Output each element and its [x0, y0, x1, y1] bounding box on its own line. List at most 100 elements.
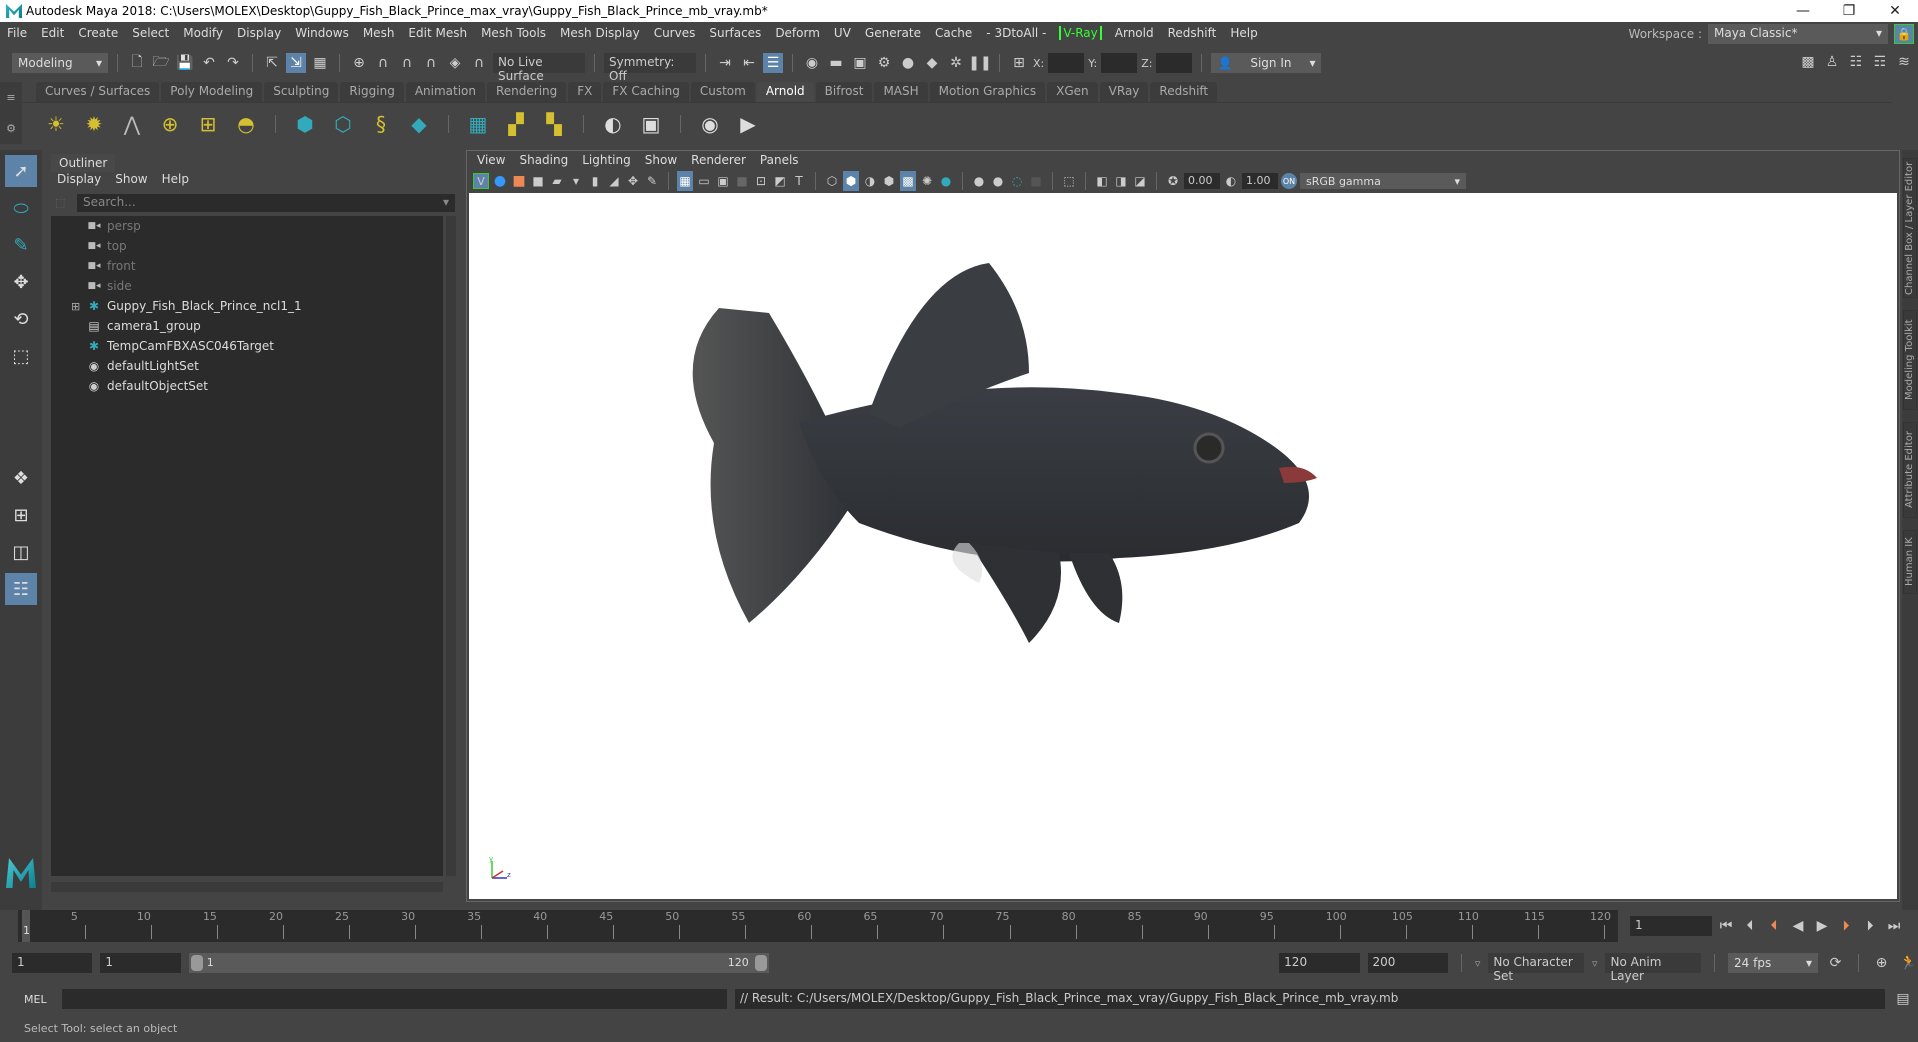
film-gate-icon[interactable]: ▭ [696, 171, 712, 191]
export-standin-icon[interactable]: ⬡ [329, 110, 357, 138]
menu-surfaces[interactable]: Surfaces [702, 26, 768, 40]
outliner-item[interactable]: ◉ defaultObjectSet [51, 376, 443, 396]
script-editor-icon[interactable]: ▤ [1893, 989, 1913, 1009]
range-start-handle[interactable] [190, 955, 203, 971]
wireframe-icon[interactable]: ⬡ [824, 171, 840, 191]
menu-windows[interactable]: Windows [288, 26, 356, 40]
shelf-tab-motion-graphics[interactable]: Motion Graphics [929, 82, 1046, 102]
select-object-icon[interactable]: ⇲ [286, 53, 306, 73]
panel-menu-panels[interactable]: Panels [760, 153, 799, 167]
range-slider[interactable]: 1 120 [188, 953, 769, 973]
outliner-item[interactable]: ■◂ top [51, 236, 443, 256]
construction-history-icon[interactable]: ☰ [763, 53, 783, 73]
resolution-gate-icon[interactable]: ▣ [715, 171, 731, 191]
tab-human-ik[interactable]: Human IK [1903, 530, 1917, 594]
z-field[interactable] [1156, 53, 1193, 73]
snap-grid-icon[interactable]: ⊕ [349, 53, 369, 73]
menu-mesh-tools[interactable]: Mesh Tools [474, 26, 553, 40]
outliner-menu-show[interactable]: Show [115, 172, 147, 186]
new-scene-icon[interactable]: 🗋 [127, 53, 147, 73]
menu-mesh-display[interactable]: Mesh Display [553, 26, 647, 40]
current-frame-field[interactable]: 1 [1630, 916, 1712, 936]
outliner-item[interactable]: ✱ TempCamFBXASC046Target [51, 336, 443, 356]
menu-redshift[interactable]: Redshift [1161, 26, 1224, 40]
outliner-item[interactable]: ▤ camera1_group [51, 316, 443, 336]
view-transform-dropdown[interactable]: sRGB gamma ▾ [1300, 173, 1466, 189]
menu-edit-mesh[interactable]: Edit Mesh [401, 26, 474, 40]
go-to-end-icon[interactable]: ⏭ [1884, 916, 1904, 936]
animation-end-field[interactable]: 200 [1367, 953, 1448, 973]
light-editor-icon[interactable]: ✲ [946, 53, 966, 73]
shelf-tab-sculpting[interactable]: Sculpting [264, 82, 339, 102]
panel-menu-lighting[interactable]: Lighting [582, 153, 631, 167]
color-management-toggle[interactable]: ON [1281, 173, 1297, 189]
sign-in-button[interactable]: 👤 Sign In ▾ [1211, 53, 1322, 73]
exposure-icon[interactable]: ✪ [1165, 171, 1181, 191]
panel-menu-renderer[interactable]: Renderer [691, 153, 746, 167]
filter-icon[interactable]: ⬚ [55, 196, 65, 209]
paint-select-tool-icon[interactable]: ✎ [5, 229, 37, 261]
step-forward-frame-icon[interactable]: ⏵ [1860, 916, 1880, 936]
outliner-item[interactable]: ⊞ ✱ Guppy_Fish_Black_Prince_ncl1_1 [51, 296, 443, 316]
rotate-tool-icon[interactable]: ⟲ [5, 303, 37, 335]
snap-live-icon[interactable]: ◈ [445, 53, 465, 73]
render-current-icon[interactable]: ▬ [826, 53, 846, 73]
four-view-layout-icon[interactable]: ⊞ [5, 499, 37, 531]
shelf-tab-animation[interactable]: Animation [405, 82, 485, 102]
menu-uv[interactable]: UV [827, 26, 858, 40]
vray-toggle-icon[interactable]: V [473, 173, 489, 189]
outliner-search-input[interactable]: Search... ▾ [77, 194, 455, 212]
gamma-field[interactable]: 1.00 [1242, 173, 1278, 189]
menu-help[interactable]: Help [1223, 26, 1264, 40]
fps-dropdown[interactable]: 24 fps ▾ [1728, 953, 1818, 973]
hypershade-icon[interactable]: ● [898, 53, 918, 73]
outliner-menu-display[interactable]: Display [57, 172, 101, 186]
safe-title-icon[interactable]: T [791, 171, 807, 191]
exposure-field[interactable]: 0.00 [1184, 173, 1220, 189]
shelf-tab-mash[interactable]: MASH [874, 82, 928, 102]
gear-icon[interactable]: ⚙ [6, 122, 16, 135]
camera-bookmark-icon[interactable]: ▾ [568, 171, 584, 191]
shelf-tab-custom[interactable]: Custom [690, 82, 755, 102]
wireframe-on-shaded-icon[interactable]: ⬢ [881, 171, 897, 191]
snap-point-icon[interactable]: ∩ [397, 53, 417, 73]
safe-action-icon[interactable]: ◩ [772, 171, 788, 191]
render-view-icon[interactable]: ◉ [802, 53, 822, 73]
mesh-light-icon[interactable]: ✹ [80, 110, 108, 138]
volume-icon[interactable]: ◆ [405, 110, 433, 138]
menu-curves[interactable]: Curves [647, 26, 703, 40]
render-play-icon[interactable]: ▶ [734, 110, 762, 138]
flush-texture-icon[interactable]: ▞ [502, 110, 530, 138]
select-component-icon[interactable]: ▦ [310, 53, 330, 73]
output-ops-icon[interactable]: ⇤ [739, 53, 759, 73]
menu-create[interactable]: Create [71, 26, 125, 40]
menu-vray[interactable]: V-Ray [1059, 26, 1102, 40]
2d-pan-zoom-icon[interactable]: ✥ [625, 171, 641, 191]
modeling-toolkit-icon[interactable]: ▩ [1798, 52, 1818, 72]
outliner-item[interactable]: ◉ defaultLightSet [51, 356, 443, 376]
shelf-tab-poly-modeling[interactable]: Poly Modeling [161, 82, 263, 102]
tab-attribute-editor[interactable]: Attribute Editor [1903, 422, 1917, 518]
step-back-frame-icon[interactable]: ⏴ [1740, 916, 1760, 936]
outliner-vertical-scrollbar[interactable] [446, 216, 456, 876]
shelf-tab-fx-caching[interactable]: FX Caching [603, 82, 689, 102]
flush-cache-icon[interactable]: ▚ [540, 110, 568, 138]
human-ik-icon[interactable]: ♙ [1822, 52, 1842, 72]
photometric-light-icon[interactable]: ⋀ [118, 110, 146, 138]
tool-settings-icon[interactable]: ☶ [1870, 52, 1890, 72]
redo-icon[interactable]: ↷ [223, 53, 243, 73]
textured-icon[interactable]: ▩ [900, 171, 916, 191]
select-camera-icon[interactable]: ■ [511, 171, 527, 191]
time-slider[interactable]: 1 5 10 15 20 25 30 35 40 45 50 55 60 65 70 75 80 85 90 95 1… [18, 910, 1618, 942]
move-tool-icon[interactable]: ✥ [5, 266, 37, 298]
render-settings-icon[interactable]: ⚙ [874, 53, 894, 73]
end-time-field[interactable]: 120 [1279, 953, 1360, 973]
bookmark-icon[interactable]: ▮ [587, 171, 603, 191]
expand-icon[interactable]: ⊞ [71, 300, 85, 313]
shelf-tab-xgen[interactable]: XGen [1047, 82, 1098, 102]
step-back-key-icon[interactable]: ⏴ [1764, 916, 1784, 936]
animation-preferences-icon[interactable]: 🏃 [1899, 953, 1918, 973]
render-setup-icon[interactable]: ◆ [922, 53, 942, 73]
lock-icon[interactable]: 🔒 [1894, 24, 1914, 44]
field-chart-icon[interactable]: ⊡ [753, 171, 769, 191]
